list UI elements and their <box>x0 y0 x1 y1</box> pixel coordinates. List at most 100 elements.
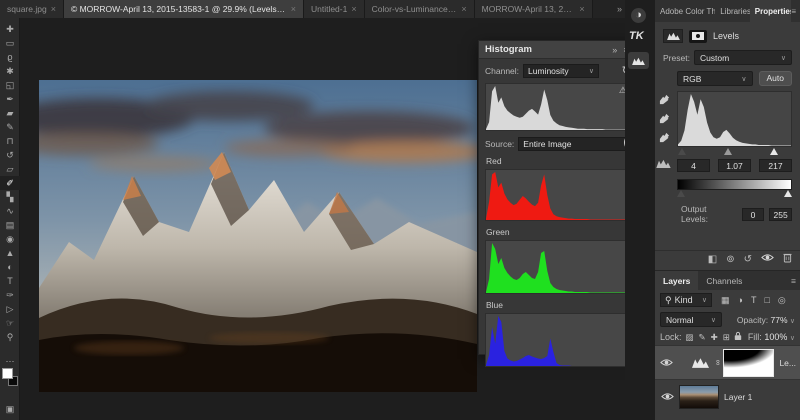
output-white-slider[interactable] <box>784 190 792 197</box>
delete-trash-icon[interactable] <box>783 252 792 267</box>
layer-visibility-eye-icon[interactable] <box>659 392 675 401</box>
chevron-down-icon[interactable]: ∨ <box>790 335 795 342</box>
document-tab[interactable]: © MORROW-April 13, 2015-13583-1 @ 29.9% … <box>63 0 304 18</box>
histogram-panel-header[interactable]: Histogram » ≡ <box>479 41 637 59</box>
color-swatches[interactable] <box>2 368 18 386</box>
highlight-input-slider[interactable] <box>769 148 778 155</box>
pixel-layer-filter-icon[interactable]: ▦ <box>721 295 730 306</box>
toolbar-ellipsis-icon[interactable]: ⋯ <box>0 354 20 368</box>
layers-tab-layers[interactable]: Layers <box>655 271 699 290</box>
crop-tool[interactable]: ◱ <box>0 78 20 92</box>
midtone-input-value[interactable]: 1.07 <box>718 159 751 172</box>
output-low-value[interactable]: 0 <box>741 207 765 221</box>
document-tab[interactable]: MORROW-April 13, 2015-13583-1 cc× <box>474 0 593 18</box>
layer-row-levels[interactable]: ∞ Le... <box>655 345 800 379</box>
layer-image-thumbnail[interactable] <box>679 384 719 409</box>
tab-close-icon[interactable]: × <box>461 4 466 14</box>
levels-channel-select[interactable]: RGB ∨ <box>677 71 753 86</box>
tab-close-icon[interactable]: × <box>291 4 296 14</box>
layer-name[interactable]: Le... <box>779 358 796 368</box>
eraser-tool[interactable]: ▱ <box>0 162 20 176</box>
lock-all-icon[interactable] <box>734 331 742 343</box>
panel-tab-properties[interactable]: Properties <box>749 0 792 22</box>
hand-tool[interactable]: ☞ <box>0 316 20 330</box>
mask-link-icon[interactable]: ∞ <box>713 360 722 366</box>
brush-tool[interactable]: ✐ <box>0 176 20 190</box>
black-point-eyedropper-icon[interactable] <box>658 93 671 106</box>
pattern-stamp-tool[interactable]: ▚ <box>0 190 20 204</box>
quick-mask-icon[interactable]: ▣ <box>0 402 20 416</box>
type-layer-filter-icon[interactable]: T <box>751 295 757 306</box>
gradient-tool[interactable]: ▤ <box>0 218 20 232</box>
kind-filter-select[interactable]: ⚲ Kind ∨ <box>660 293 712 307</box>
tk-histogram-button[interactable] <box>628 52 649 69</box>
tab-close-icon[interactable]: × <box>351 4 356 14</box>
mountain-photo[interactable] <box>39 80 477 392</box>
visibility-eye-icon[interactable] <box>761 253 774 266</box>
properties-menu-icon[interactable]: ≡ <box>791 7 800 16</box>
shadow-input-value[interactable]: 4 <box>677 159 710 172</box>
move-tool[interactable]: ✚ <box>0 22 20 36</box>
lock-position-icon[interactable]: ✚ <box>711 332 718 343</box>
document-tab[interactable]: Color-vs-Luminance.jpg × <box>364 0 475 18</box>
output-high-value[interactable]: 255 <box>769 207 792 221</box>
histogram-detail-icon[interactable] <box>656 159 671 170</box>
previous-state-icon[interactable]: ⊚ <box>726 254 734 266</box>
zoom-tool[interactable]: ⚲ <box>0 330 20 344</box>
lasso-tool[interactable]: ϱ <box>0 50 20 64</box>
gray-point-eyedropper-icon[interactable] <box>658 112 671 125</box>
marquee-tool[interactable]: ▭ <box>0 36 20 50</box>
channel-select[interactable]: Luminosity ∨ <box>523 64 600 78</box>
layer-visibility-eye-icon[interactable] <box>659 358 675 367</box>
blur-tool[interactable]: ◉ <box>0 232 20 246</box>
reset-icon[interactable]: ↺ <box>744 254 752 266</box>
tab-close-icon[interactable]: × <box>51 4 56 14</box>
dodge-tool[interactable]: ◐ <box>0 260 20 274</box>
preset-select[interactable]: Custom ∨ <box>693 50 792 65</box>
output-black-slider[interactable] <box>677 190 685 197</box>
highlight-input-value[interactable]: 217 <box>759 159 792 172</box>
shape-layer-filter-icon[interactable]: □ <box>764 295 769 306</box>
type-tool[interactable]: T <box>0 274 20 288</box>
layers-menu-icon[interactable]: ≡ <box>791 276 800 286</box>
layer-name[interactable]: Layer 1 <box>724 392 752 402</box>
smudge-tool[interactable]: ∿ <box>0 204 20 218</box>
document-tab[interactable]: Untitled-1 × <box>303 0 365 18</box>
source-select[interactable]: Entire Image <box>518 137 631 151</box>
magic-wand-tool[interactable]: ✱ <box>0 64 20 78</box>
eyedropper-tool[interactable]: ✒ <box>0 92 20 106</box>
pencil-tool[interactable]: ✎ <box>0 120 20 134</box>
layer-row-layer1[interactable]: Layer 1 <box>655 379 800 413</box>
lock-artboard-icon[interactable]: ⊞ <box>723 332 730 343</box>
pen-tool[interactable]: ✑ <box>0 288 20 302</box>
panel-tab-libraries[interactable]: Libraries <box>715 0 749 22</box>
sharpen-tool[interactable]: ▲ <box>0 246 20 260</box>
tk-contrast-icon[interactable]: ◑ <box>631 8 646 23</box>
clone-stamp-tool[interactable]: ⊓ <box>0 134 20 148</box>
shadow-input-slider[interactable] <box>678 148 687 155</box>
adjustment-layer-filter-icon[interactable]: ◑ <box>738 295 743 306</box>
tk-logo[interactable]: TK <box>629 30 644 42</box>
path-selection-tool[interactable]: ▷ <box>0 302 20 316</box>
blend-mode-select[interactable]: Normal ∨ <box>660 312 722 327</box>
auto-button[interactable]: Auto <box>758 71 792 86</box>
fill-value[interactable]: 100% <box>764 332 787 342</box>
smart-object-filter-icon[interactable]: ◎ <box>778 295 786 306</box>
layers-tab-channels[interactable]: Channels <box>698 271 750 290</box>
panel-tab-adobe-color-ther[interactable]: Adobe Color Ther <box>655 0 715 22</box>
lock-image-icon[interactable]: ✎ <box>699 332 706 343</box>
panel-collapse-icon[interactable]: » <box>612 45 619 55</box>
levels-adjustment-thumbnail[interactable] <box>689 355 713 371</box>
document-tab[interactable]: square.jpg × <box>0 0 64 18</box>
midtone-input-slider[interactable] <box>723 148 732 155</box>
clip-to-layer-icon[interactable]: ◧ <box>708 254 717 266</box>
chevron-down-icon[interactable]: ∨ <box>790 318 795 325</box>
layer-mask-thumbnail[interactable] <box>722 348 775 377</box>
healing-brush-tool[interactable]: ▰ <box>0 106 20 120</box>
white-point-eyedropper-icon[interactable] <box>658 131 671 144</box>
foreground-color-swatch[interactable] <box>2 368 13 379</box>
tab-close-icon[interactable]: × <box>579 4 584 14</box>
history-brush-tool[interactable]: ↺ <box>0 148 20 162</box>
opacity-value[interactable]: 77% <box>770 315 787 325</box>
lock-transparency-icon[interactable]: ▨ <box>686 332 694 343</box>
